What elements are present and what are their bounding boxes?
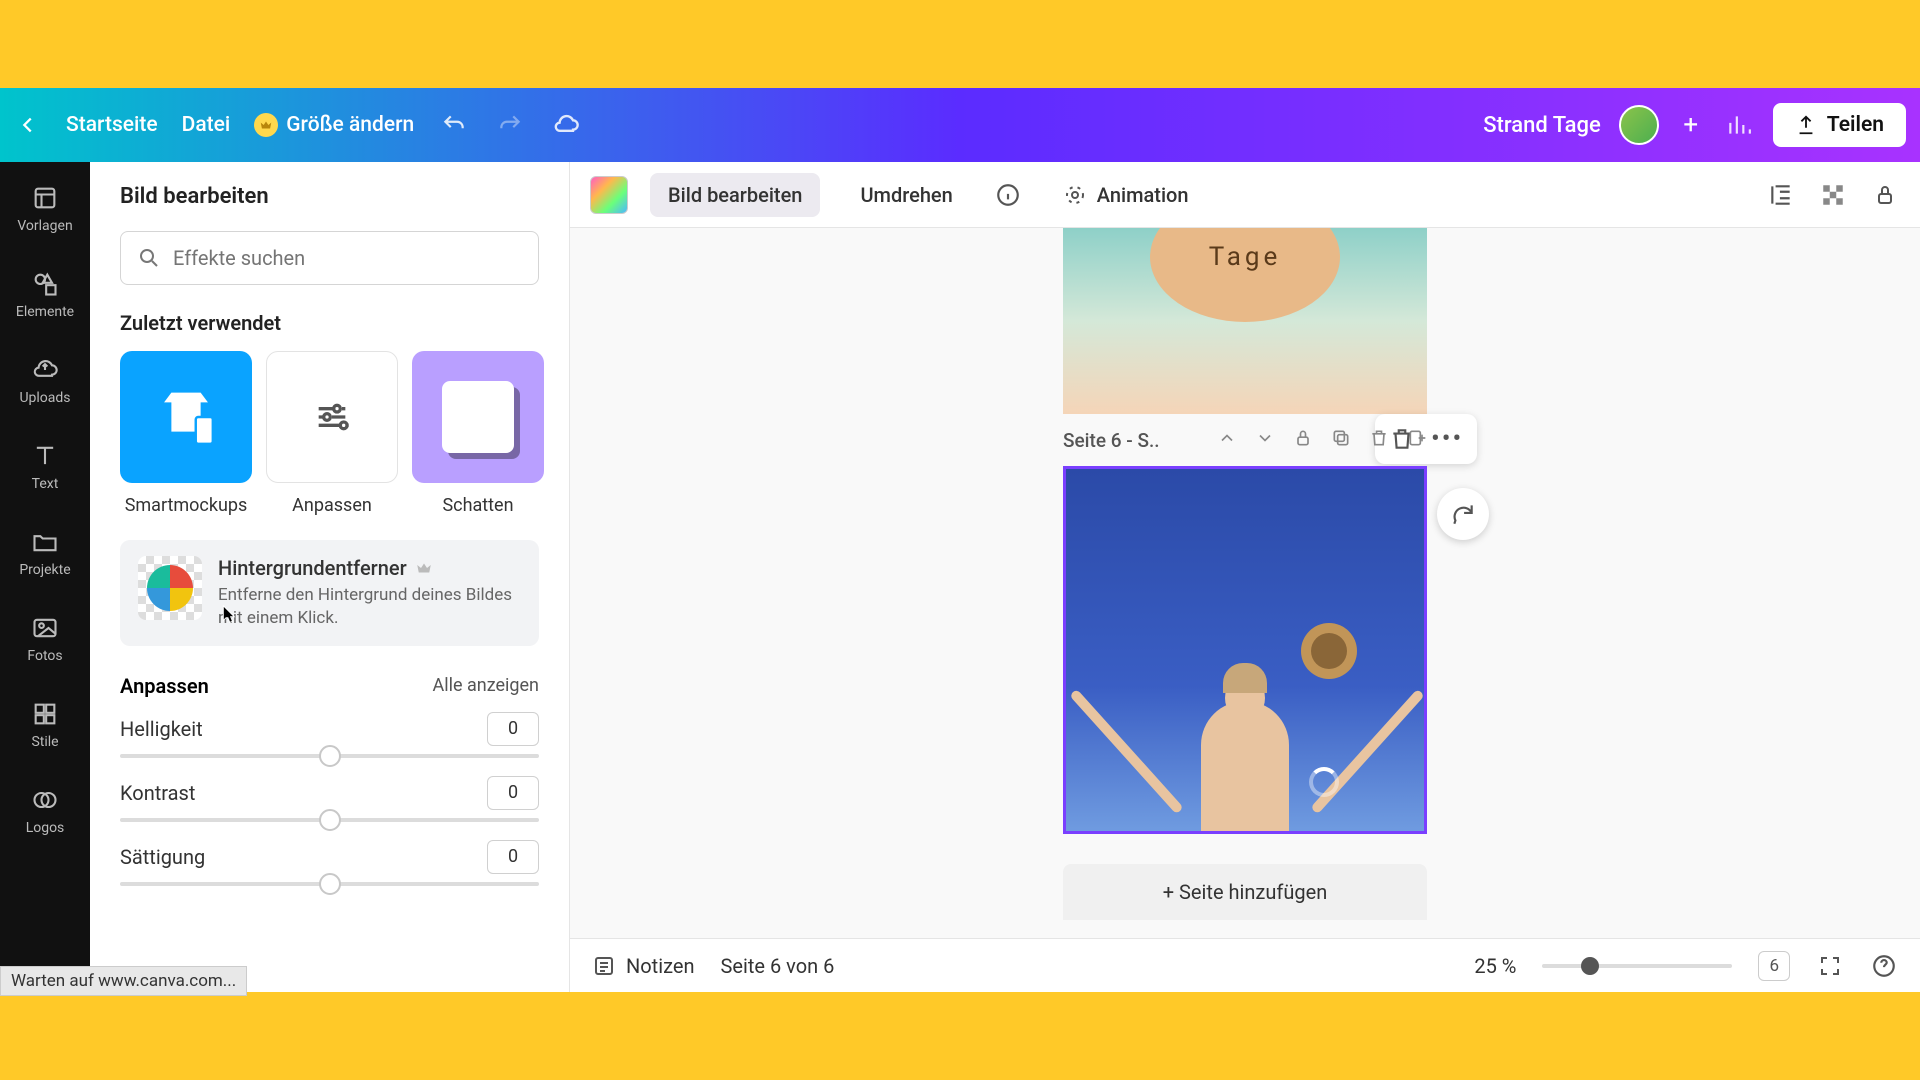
nav-elements[interactable]: Elemente (0, 262, 90, 328)
canvas-image[interactable] (1145, 611, 1345, 834)
background-remover-card[interactable]: Hintergrundentferner Entferne den Hinter… (120, 540, 539, 646)
effect-shadow[interactable]: Schatten (412, 351, 544, 516)
redo-button[interactable] (494, 109, 526, 141)
resize-button[interactable]: Größe ändern (254, 113, 414, 137)
add-page-icon[interactable] (1407, 428, 1427, 453)
lock-button[interactable] (1870, 180, 1900, 210)
zoom-slider[interactable] (1542, 964, 1732, 968)
nav-templates[interactable]: Vorlagen (0, 176, 90, 242)
more-icon[interactable]: ••• (1431, 424, 1463, 454)
nav-rail: Vorlagen Elemente Uploads Text Projekte … (0, 162, 90, 992)
adjust-thumb (266, 351, 398, 483)
insights-button[interactable] (1723, 109, 1755, 141)
side-panel: Bild bearbeiten Zuletzt verwendet Smartm… (90, 162, 570, 992)
title-badge: Tage (1150, 228, 1340, 322)
bg-remover-icon (138, 556, 202, 620)
back-button[interactable] (14, 111, 42, 139)
home-link[interactable]: Startseite (66, 113, 158, 137)
lock-page-icon[interactable] (1293, 428, 1313, 453)
brightness-control: Helligkeit 0 (120, 712, 539, 758)
edit-image-button[interactable]: Bild bearbeiten (650, 173, 820, 217)
nav-photos[interactable]: Fotos (0, 606, 90, 672)
recent-label: Zuletzt verwendet (120, 311, 539, 335)
add-page-button[interactable]: + Seite hinzufügen (1063, 864, 1427, 920)
contrast-value[interactable]: 0 (487, 776, 539, 810)
share-label: Teilen (1827, 113, 1884, 137)
page-label[interactable]: Seite 6 - S.. (1063, 429, 1160, 452)
saturation-value[interactable]: 0 (487, 840, 539, 874)
crown-icon (415, 559, 433, 577)
bg-remover-desc: Entferne den Hintergrund deines Bildes m… (218, 584, 521, 630)
fullscreen-button[interactable] (1816, 952, 1844, 980)
refresh-fab[interactable] (1437, 488, 1489, 540)
file-menu[interactable]: Datei (182, 113, 231, 137)
saturation-slider[interactable] (120, 882, 539, 886)
flip-button[interactable]: Umdrehen (842, 173, 970, 217)
animation-button[interactable]: Animation (1045, 173, 1207, 217)
position-button[interactable] (1766, 180, 1796, 210)
page-count-badge[interactable]: 6 (1758, 951, 1790, 981)
brightness-slider[interactable] (120, 754, 539, 758)
info-icon[interactable] (993, 180, 1023, 210)
nav-uploads[interactable]: Uploads (0, 348, 90, 414)
bottom-bar: Notizen Seite 6 von 6 25 % 6 (570, 938, 1920, 992)
resize-label: Größe ändern (286, 113, 414, 137)
contrast-control: Kontrast 0 (120, 776, 539, 822)
notes-button[interactable]: Notizen (592, 954, 695, 978)
shadow-thumb (412, 351, 544, 483)
browser-status-bar: Warten auf www.canva.com... (0, 966, 247, 996)
page-5-thumb[interactable]: Tage (1063, 228, 1427, 414)
delete-page-icon[interactable] (1369, 428, 1389, 453)
animation-icon (1063, 183, 1087, 207)
show-all-link[interactable]: Alle anzeigen (432, 675, 539, 696)
page-indicator: Seite 6 von 6 (721, 954, 835, 978)
nav-logos[interactable]: Logos (0, 778, 90, 844)
canvas-area: Bild bearbeiten Umdrehen Animation (570, 162, 1920, 992)
page-6-canvas[interactable] (1063, 466, 1427, 834)
edit-toolbar: Bild bearbeiten Umdrehen Animation (570, 162, 1920, 228)
page-6-header: Seite 6 - S.. (1063, 428, 1427, 453)
duplicate-page-icon[interactable] (1331, 428, 1351, 453)
search-icon (137, 246, 161, 270)
loading-spinner-icon (1309, 767, 1339, 797)
bg-remover-title: Hintergrundentferner (218, 556, 407, 580)
cloud-sync-icon[interactable] (550, 109, 582, 141)
app-window: Startseite Datei Größe ändern Strand Tag… (0, 88, 1920, 992)
adjust-section-title: Anpassen (120, 674, 209, 698)
canvas-body[interactable]: Tage ••• Seite 6 - S.. (570, 228, 1920, 938)
nav-projects[interactable]: Projekte (0, 520, 90, 586)
add-collaborator-button[interactable]: + (1677, 111, 1705, 139)
help-button[interactable] (1870, 952, 1898, 980)
document-title[interactable]: Strand Tage (1483, 113, 1601, 138)
nav-styles[interactable]: Stile (0, 692, 90, 758)
color-picker-button[interactable] (590, 176, 628, 214)
hat-icon (1301, 623, 1357, 679)
effect-adjust[interactable]: Anpassen (266, 351, 398, 516)
nav-text[interactable]: Text (0, 434, 90, 500)
undo-button[interactable] (438, 109, 470, 141)
effect-smartmockups[interactable]: Smartmockups (120, 351, 252, 516)
expand-down-icon[interactable] (1255, 428, 1275, 453)
smartmockups-thumb (120, 351, 252, 483)
search-input[interactable] (173, 246, 522, 270)
zoom-label[interactable]: 25 % (1474, 954, 1516, 978)
collapse-up-icon[interactable] (1217, 428, 1237, 453)
share-button[interactable]: Teilen (1773, 103, 1906, 147)
brightness-value[interactable]: 0 (487, 712, 539, 746)
saturation-control: Sättigung 0 (120, 840, 539, 886)
panel-title: Bild bearbeiten (120, 184, 539, 209)
user-avatar[interactable] (1619, 105, 1659, 145)
transparency-button[interactable] (1818, 180, 1848, 210)
contrast-slider[interactable] (120, 818, 539, 822)
search-box[interactable] (120, 231, 539, 285)
main-toolbar: Startseite Datei Größe ändern Strand Tag… (0, 88, 1920, 162)
crown-icon (254, 113, 278, 137)
